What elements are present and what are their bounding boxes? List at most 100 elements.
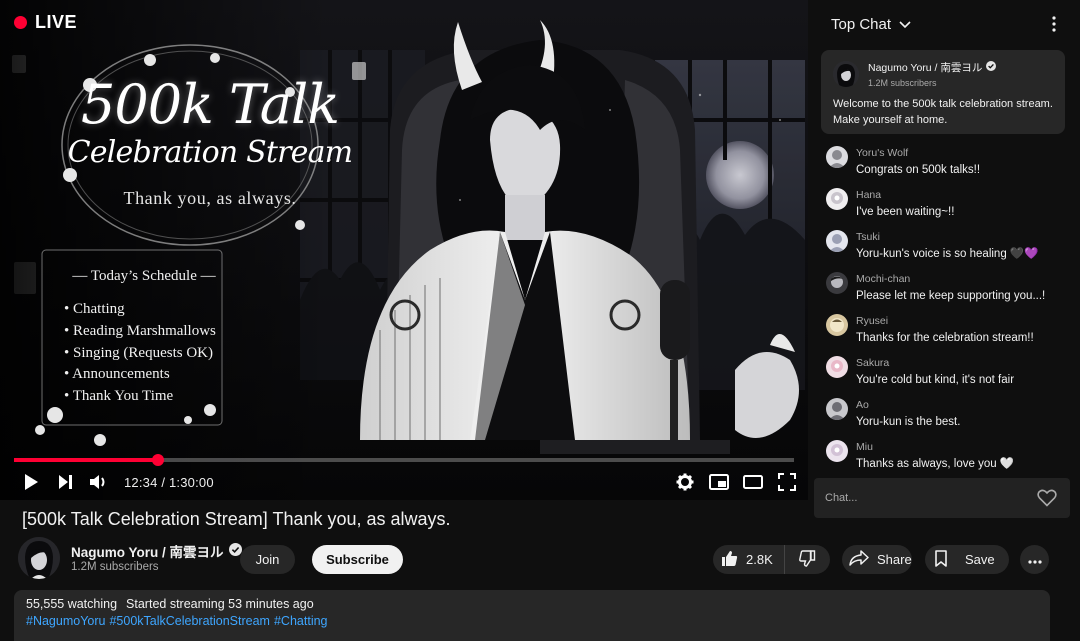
watching-count: 55,555 watching <box>26 597 118 611</box>
chat-input[interactable] <box>814 478 1070 518</box>
stream-schedule: — Today’s Schedule — • Chatting • Readin… <box>58 268 224 408</box>
pinned-message-text: Welcome to the 500k talk celebration str… <box>833 98 1053 126</box>
chat-text: I've been waiting~!! <box>856 206 955 218</box>
share-arrow-icon <box>849 550 869 569</box>
chat-message: Tsuki Yoru-kun's voice is so healing 🖤💜 <box>826 230 1076 272</box>
progress-scrubber[interactable] <box>151 454 164 466</box>
channel-subscribers: 1.2M subscribers <box>71 561 159 573</box>
chat-header[interactable]: Top Chat <box>808 0 1080 48</box>
avatar[interactable] <box>826 146 848 168</box>
thumbs-down-icon <box>798 549 816 570</box>
avatar[interactable] <box>826 398 848 420</box>
dislike-button[interactable] <box>785 545 829 574</box>
channel-name-row[interactable]: Nagumo Yoru / 南雲ヨル <box>71 541 242 561</box>
share-button[interactable]: Share <box>842 545 912 574</box>
like-count: 2.8K <box>746 552 773 567</box>
live-label: LIVE <box>35 12 78 32</box>
progress-fill <box>14 458 158 462</box>
video-player[interactable]: LIVE 500k Talk Celebration Stream Thank … <box>0 0 808 500</box>
chat-mode-title[interactable]: Top Chat <box>831 16 891 33</box>
hashtag-link[interactable]: #500kTalkCelebrationStream <box>109 614 270 628</box>
pinned-author-subs: 1.2M subscribers <box>868 78 937 88</box>
chat-message: Hana I've been waiting~!! <box>826 188 1076 230</box>
verified-check-icon <box>986 61 997 74</box>
chat-message: Ao Yoru-kun is the best. <box>826 398 1076 440</box>
join-button[interactable]: Join <box>240 545 295 574</box>
chat-author[interactable]: Miu <box>856 440 1014 454</box>
live-chat-panel: Top Chat Nagumo Yoru / 南雲ヨル 1.2M subscri… <box>808 0 1080 520</box>
more-actions-button[interactable] <box>1020 545 1049 574</box>
avatar[interactable] <box>826 314 848 336</box>
description-box[interactable]: 55,555 watching Started streaming 53 min… <box>14 590 1050 641</box>
chat-author[interactable]: Ryusei <box>856 314 1034 328</box>
avatar[interactable] <box>826 272 848 294</box>
chat-message: Sakura You're cold but kind, it's not fai… <box>826 356 1076 398</box>
play-icon[interactable] <box>14 468 48 496</box>
hashtag-link[interactable]: #Chatting <box>274 614 328 628</box>
stream-overlay-title: 500k Talk Celebration Stream Thank you, … <box>60 76 360 209</box>
chat-text: Thanks as always, love you 🤍 <box>856 458 1015 470</box>
schedule-item: • Thank You Time <box>64 388 174 405</box>
progress-bar[interactable] <box>14 454 794 466</box>
more-dots-icon <box>1027 552 1042 567</box>
chat-message: Yoru's Wolf Congrats on 500k talks!! <box>826 146 1076 188</box>
chat-messages: Yoru's Wolf Congrats on 500k talks!! Hana… <box>826 146 1076 482</box>
chat-author[interactable]: Yoru's Wolf <box>856 146 980 160</box>
pinned-author: Nagumo Yoru / 南雲ヨル <box>868 60 997 75</box>
schedule-item: • Reading Marshmallows <box>64 322 216 339</box>
avatar[interactable] <box>826 188 848 210</box>
chat-text: Yoru-kun is the best. <box>856 416 961 428</box>
save-label: Save <box>965 552 995 567</box>
started-streaming: Started streaming 53 minutes ago <box>126 597 314 611</box>
video-title: [500k Talk Celebration Stream] Thank you… <box>22 509 451 529</box>
miniplayer-icon[interactable] <box>702 468 736 496</box>
avatar[interactable] <box>826 356 848 378</box>
channel-avatar[interactable] <box>18 537 60 579</box>
schedule-item: • Chatting <box>64 301 125 317</box>
chat-text: Please let me keep supporting you...! <box>856 290 1046 302</box>
chevron-down-icon[interactable] <box>899 16 911 34</box>
time-total: 1:30:00 <box>168 474 214 490</box>
chat-text: Congrats on 500k talks!! <box>856 164 981 176</box>
channel-name[interactable]: Nagumo Yoru / 南雲ヨル <box>71 541 224 561</box>
chat-author[interactable]: Hana <box>856 188 954 202</box>
chat-message: Mochi-chan Please let me keep supporting … <box>826 272 1076 314</box>
subscribe-button[interactable]: Subscribe <box>312 545 403 574</box>
share-label: Share <box>877 552 912 567</box>
fullscreen-icon[interactable] <box>770 468 804 496</box>
chat-message: Ryusei Thanks for the celebration stream!… <box>826 314 1076 356</box>
chat-author[interactable]: Tsuki <box>856 230 1039 244</box>
time-current: 12:34 <box>124 474 158 490</box>
thumbs-up-icon <box>721 550 738 570</box>
save-button[interactable]: Save <box>925 545 1009 574</box>
pinned-message: Nagumo Yoru / 南雲ヨル 1.2M subscribers Welc… <box>821 50 1065 134</box>
live-dot-icon <box>14 16 27 29</box>
chat-text: Yoru-kun's voice is so healing 🖤💜 <box>856 248 1039 260</box>
pinned-author-name: Nagumo Yoru / 南雲ヨル <box>868 62 983 74</box>
volume-icon[interactable] <box>82 468 116 496</box>
next-icon[interactable] <box>48 468 82 496</box>
gear-icon[interactable] <box>668 468 702 496</box>
live-indicator: LIVE <box>14 12 77 33</box>
chat-text: Thanks for the celebration stream!! <box>856 332 1034 344</box>
player-controls: 12:34 / 1:30:00 <box>14 468 804 496</box>
chat-author[interactable]: Ao <box>856 398 960 412</box>
overlay-thanks: Thank you, as always. <box>123 188 297 208</box>
time-separator: / <box>161 474 166 490</box>
overlay-title-main: 500k Talk <box>81 73 340 136</box>
like-dislike-group: 2.8K <box>713 545 830 574</box>
avatar[interactable] <box>826 440 848 462</box>
chat-author[interactable]: Sakura <box>856 356 1014 370</box>
bookmark-icon <box>934 549 948 570</box>
avatar <box>833 61 859 87</box>
chat-text: You're cold but kind, it's not fair <box>856 374 1015 386</box>
like-button[interactable]: 2.8K <box>713 545 785 574</box>
avatar[interactable] <box>826 230 848 252</box>
vertical-dots-icon[interactable] <box>1052 16 1056 37</box>
time-display: 12:34 / 1:30:00 <box>124 475 214 490</box>
heart-icon[interactable] <box>1037 489 1057 512</box>
hashtag-link[interactable]: #NagumoYoru <box>26 614 105 628</box>
chat-message: Miu Thanks as always, love you 🤍 <box>826 440 1076 482</box>
theater-icon[interactable] <box>736 468 770 496</box>
chat-author[interactable]: Mochi-chan <box>856 272 1045 286</box>
